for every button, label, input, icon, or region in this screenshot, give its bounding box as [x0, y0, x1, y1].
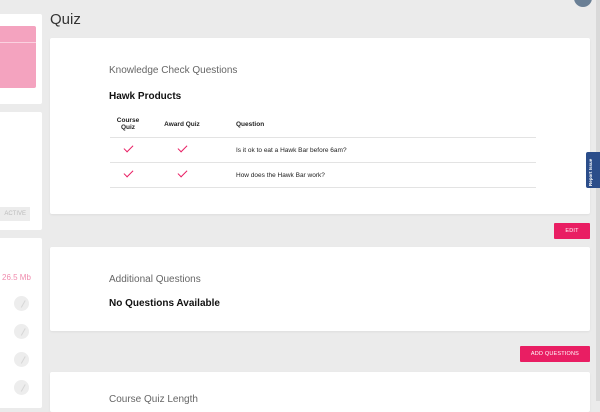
table-row[interactable]: How does the Hawk Bar work?: [110, 162, 536, 188]
media-thumbnail[interactable]: [0, 26, 36, 88]
knowledge-check-title: Knowledge Check Questions: [109, 65, 238, 76]
table-row[interactable]: Is it ok to eat a Hawk Bar before 6am?: [110, 137, 536, 163]
left-card-status: ACTIVE: [0, 112, 42, 230]
page-title: Quiz: [50, 11, 81, 28]
questions-table: Course Quiz Award Quiz Question Is it ok…: [110, 111, 536, 188]
additional-questions-card: Additional Questions No Questions Availa…: [50, 247, 590, 331]
additional-questions-title: Additional Questions: [109, 274, 201, 285]
file-size-label: 26.5 Mb: [2, 273, 31, 282]
check-icon: [177, 167, 187, 178]
no-questions-message: No Questions Available: [109, 298, 220, 309]
column-header-course-quiz: Course Quiz: [110, 111, 146, 138]
report-issue-tab[interactable]: Report Issue: [586, 152, 600, 188]
knowledge-check-card: Knowledge Check Questions Hawk Products …: [50, 38, 590, 214]
quiz-length-title: Course Quiz Length: [109, 394, 198, 405]
check-icon: [123, 142, 133, 153]
thumbnail-divider: [0, 42, 36, 43]
check-icon: [123, 167, 133, 178]
question-text: Is it ok to eat a Hawk Bar before 6am?: [218, 137, 536, 163]
question-text: How does the Hawk Bar work?: [218, 162, 536, 188]
question-group-title: Hawk Products: [109, 91, 182, 102]
column-header-question: Question: [218, 111, 536, 138]
scrollbar[interactable]: [596, 0, 600, 401]
left-card-files: 26.5 Mb: [0, 238, 42, 408]
column-header-award-quiz: Award Quiz: [146, 111, 218, 138]
circle-check-icon[interactable]: [14, 352, 29, 367]
report-issue-label: Report Issue: [588, 158, 593, 186]
quiz-length-card: Course Quiz Length: [50, 372, 590, 412]
status-pill[interactable]: ACTIVE: [0, 207, 30, 221]
edit-button[interactable]: EDIT: [554, 223, 590, 239]
table-header-row: Course Quiz Award Quiz Question: [110, 111, 536, 138]
add-questions-button[interactable]: ADD QUESTIONS: [520, 346, 590, 362]
left-card-media: [0, 14, 42, 104]
circle-check-icon[interactable]: [14, 380, 29, 395]
circle-check-icon[interactable]: [14, 296, 29, 311]
circle-check-icon[interactable]: [14, 324, 29, 339]
avatar[interactable]: [574, 0, 592, 7]
check-icon: [177, 142, 187, 153]
